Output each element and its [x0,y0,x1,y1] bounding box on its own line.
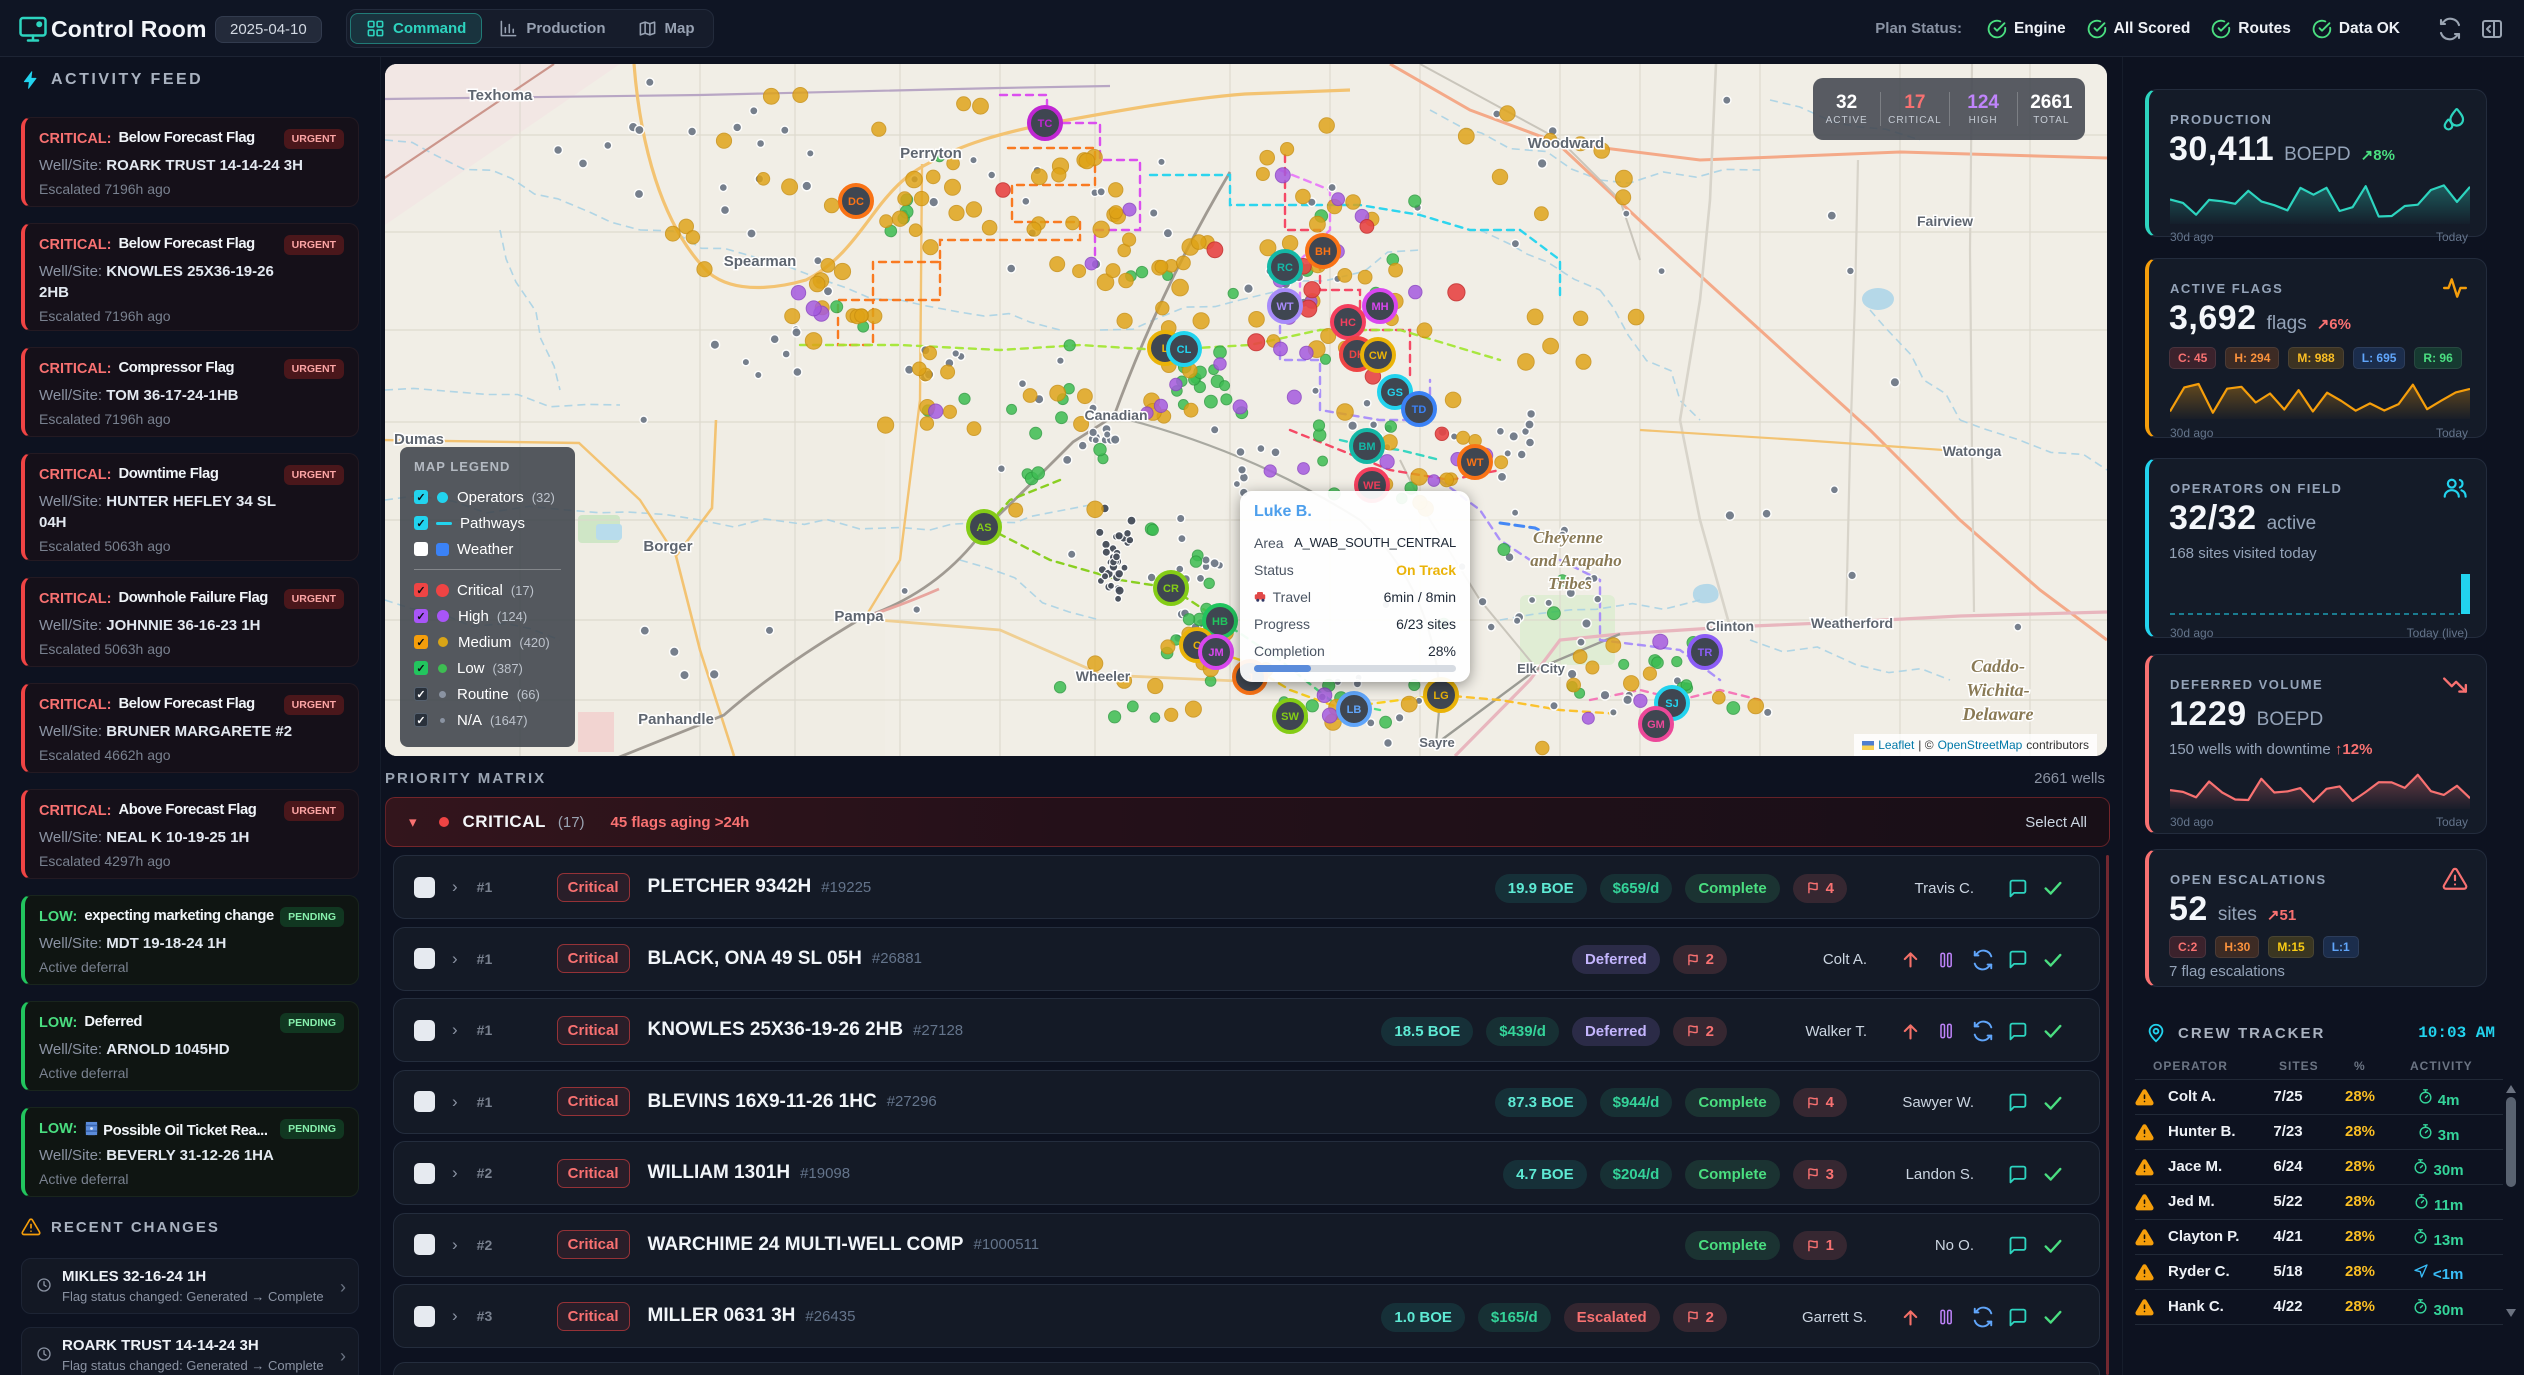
svg-text:Tribes: Tribes [1548,574,1592,593]
svg-text:LG: LG [1433,690,1448,702]
svg-text:Caddo-: Caddo- [1971,656,2025,676]
svg-text:Weatherford: Weatherford [1811,615,1893,631]
svg-text:BM: BM [1358,441,1375,453]
svg-text:Clinton: Clinton [1706,618,1754,634]
svg-text:Dumas: Dumas [394,431,444,448]
svg-text:HB: HB [1212,616,1228,628]
svg-text:SW: SW [1281,711,1299,723]
svg-text:GM: GM [1647,719,1665,731]
svg-text:and Arapaho: and Arapaho [1530,551,1621,570]
svg-text:CR: CR [1163,583,1179,595]
svg-text:BH: BH [1315,246,1331,258]
svg-text:Panhandle: Panhandle [638,711,714,728]
svg-text:Watonga: Watonga [1943,443,2002,459]
svg-text:MH: MH [1371,301,1388,313]
svg-text:JM: JM [1208,647,1223,659]
svg-text:Texhoma: Texhoma [468,87,533,104]
svg-text:RC: RC [1277,262,1293,274]
svg-text:TR: TR [1698,647,1713,659]
svg-text:Delaware: Delaware [1962,704,2034,724]
svg-text:DC: DC [848,196,864,208]
svg-text:Fairview: Fairview [1917,213,1973,229]
svg-text:GS: GS [1387,387,1403,399]
svg-text:SJ: SJ [1665,698,1678,710]
svg-text:Elk City: Elk City [1517,661,1565,676]
svg-text:WT: WT [1466,457,1483,469]
svg-text:Sayre: Sayre [1419,735,1454,750]
svg-text:Pampa: Pampa [834,608,884,625]
svg-text:CW: CW [1369,350,1388,362]
svg-text:TD: TD [1412,404,1427,416]
svg-text:Canadian: Canadian [1084,407,1147,423]
svg-text:Perryton: Perryton [900,145,962,162]
svg-text:Woodward: Woodward [1528,135,1604,152]
svg-text:HC: HC [1340,317,1356,329]
svg-text:LB: LB [1347,704,1362,716]
svg-text:Cheyenne: Cheyenne [1533,528,1603,547]
svg-text:Borger: Borger [643,538,692,555]
svg-text:Wichita-: Wichita- [1966,680,2029,700]
svg-text:Spearman: Spearman [724,253,797,270]
svg-text:WT: WT [1276,301,1293,313]
svg-text:CL: CL [1177,344,1192,356]
svg-text:AS: AS [976,522,991,534]
svg-text:TC: TC [1038,118,1053,130]
svg-text:Wheeler: Wheeler [1076,668,1131,684]
